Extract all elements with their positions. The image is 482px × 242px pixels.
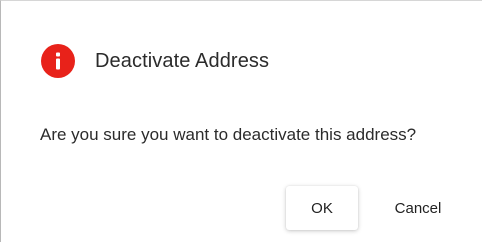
confirm-dialog: Deactivate Address Are you sure you want… — [0, 0, 482, 242]
ok-button[interactable]: OK — [286, 186, 358, 230]
dialog-title: Deactivate Address — [95, 49, 270, 72]
dialog-header: Deactivate Address — [41, 43, 269, 79]
alert-icon — [41, 44, 75, 78]
dialog-actions: OK Cancel — [286, 186, 458, 230]
dialog-message: Are you sure you want to deactivate this… — [40, 125, 417, 144]
cancel-button[interactable]: Cancel — [378, 186, 458, 230]
